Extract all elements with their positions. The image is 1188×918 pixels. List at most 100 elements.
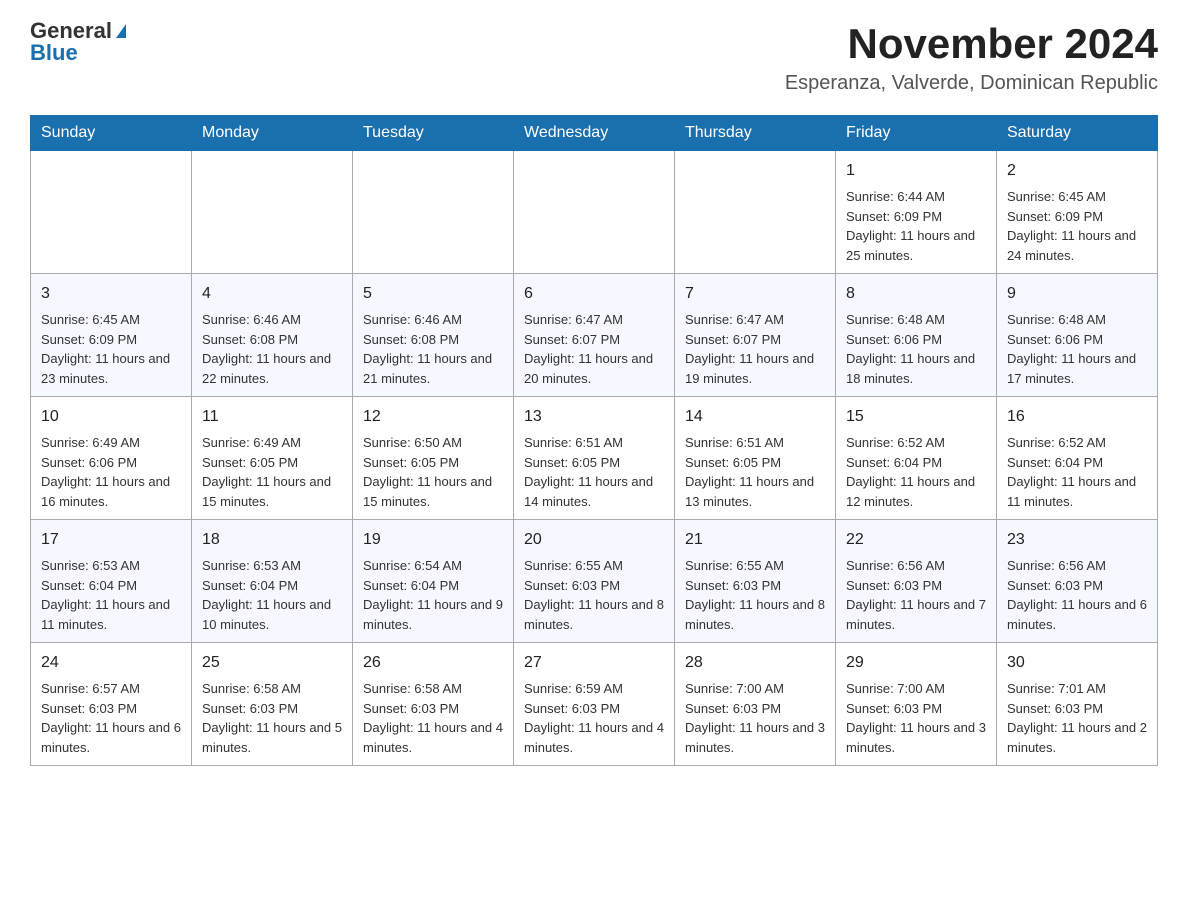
day-info: Sunrise: 6:46 AM Sunset: 6:08 PM Dayligh… bbox=[202, 310, 342, 388]
calendar-cell: 13 Sunrise: 6:51 AM Sunset: 6:05 PM Dayli… bbox=[514, 397, 675, 520]
calendar-table: SundayMondayTuesdayWednesdayThursdayFrid… bbox=[30, 115, 1158, 766]
day-info: Sunrise: 6:55 AM Sunset: 6:03 PM Dayligh… bbox=[524, 556, 664, 634]
day-number: 16 bbox=[1007, 405, 1147, 429]
day-number: 27 bbox=[524, 651, 664, 675]
day-number: 3 bbox=[41, 282, 181, 306]
calendar-cell: 14Sunrise: 6:51 AM Sunset: 6:05 PM Dayli… bbox=[675, 397, 836, 520]
day-info: Sunrise: 7:00 AM Sunset: 6:03 PM Dayligh… bbox=[846, 679, 986, 757]
calendar-cell: 26 Sunrise: 6:58 AM Sunset: 6:03 PM Dayli… bbox=[353, 643, 514, 766]
day-number: 6 bbox=[524, 282, 664, 306]
day-info: Sunrise: 6:47 AM Sunset: 6:07 PM Dayligh… bbox=[524, 310, 664, 388]
calendar-cell: 21Sunrise: 6:55 AM Sunset: 6:03 PM Dayli… bbox=[675, 520, 836, 643]
calendar-week-row: 17 Sunrise: 6:53 AM Sunset: 6:04 PM Dayli… bbox=[31, 520, 1158, 643]
day-number: 24 bbox=[41, 651, 181, 675]
calendar-cell: 10 Sunrise: 6:49 AM Sunset: 6:06 PM Dayli… bbox=[31, 397, 192, 520]
calendar-week-row: 10 Sunrise: 6:49 AM Sunset: 6:06 PM Dayli… bbox=[31, 397, 1158, 520]
day-number: 28 bbox=[685, 651, 825, 675]
calendar-cell: 8Sunrise: 6:48 AM Sunset: 6:06 PM Daylig… bbox=[836, 274, 997, 397]
day-info: Sunrise: 6:56 AM Sunset: 6:03 PM Dayligh… bbox=[1007, 556, 1147, 634]
calendar-week-row: 1 Sunrise: 6:44 AM Sunset: 6:09 PM Daylig… bbox=[31, 151, 1158, 274]
logo-general-text: General bbox=[30, 20, 112, 42]
day-info: Sunrise: 6:51 AM Sunset: 6:05 PM Dayligh… bbox=[524, 433, 664, 511]
month-title: November 2024 bbox=[785, 20, 1158, 68]
logo-triangle-icon bbox=[116, 24, 126, 38]
calendar-cell: 12Sunrise: 6:50 AM Sunset: 6:05 PM Dayli… bbox=[353, 397, 514, 520]
day-info: Sunrise: 6:52 AM Sunset: 6:04 PM Dayligh… bbox=[1007, 433, 1147, 511]
day-info: Sunrise: 6:49 AM Sunset: 6:05 PM Dayligh… bbox=[202, 433, 342, 511]
day-number: 26 bbox=[363, 651, 503, 675]
calendar-cell: 15Sunrise: 6:52 AM Sunset: 6:04 PM Dayli… bbox=[836, 397, 997, 520]
calendar-cell: 22 Sunrise: 6:56 AM Sunset: 6:03 PM Dayli… bbox=[836, 520, 997, 643]
day-info: Sunrise: 6:45 AM Sunset: 6:09 PM Dayligh… bbox=[1007, 187, 1147, 265]
day-info: Sunrise: 6:54 AM Sunset: 6:04 PM Dayligh… bbox=[363, 556, 503, 634]
day-number: 9 bbox=[1007, 282, 1147, 306]
day-number: 5 bbox=[363, 282, 503, 306]
calendar-day-header: Tuesday bbox=[353, 116, 514, 151]
calendar-cell: 29Sunrise: 7:00 AM Sunset: 6:03 PM Dayli… bbox=[836, 643, 997, 766]
day-info: Sunrise: 6:45 AM Sunset: 6:09 PM Dayligh… bbox=[41, 310, 181, 388]
calendar-cell bbox=[353, 151, 514, 274]
logo: General Blue bbox=[30, 20, 126, 64]
day-number: 2 bbox=[1007, 159, 1147, 183]
day-info: Sunrise: 6:57 AM Sunset: 6:03 PM Dayligh… bbox=[41, 679, 181, 757]
day-number: 4 bbox=[202, 282, 342, 306]
day-info: Sunrise: 6:53 AM Sunset: 6:04 PM Dayligh… bbox=[41, 556, 181, 634]
calendar-cell: 5 Sunrise: 6:46 AM Sunset: 6:08 PM Daylig… bbox=[353, 274, 514, 397]
day-number: 11 bbox=[202, 405, 342, 429]
logo-blue-text: Blue bbox=[30, 42, 78, 64]
day-info: Sunrise: 6:44 AM Sunset: 6:09 PM Dayligh… bbox=[846, 187, 986, 265]
calendar-day-header: Saturday bbox=[997, 116, 1158, 151]
calendar-cell bbox=[514, 151, 675, 274]
day-number: 15 bbox=[846, 405, 986, 429]
calendar-cell: 4 Sunrise: 6:46 AM Sunset: 6:08 PM Daylig… bbox=[192, 274, 353, 397]
day-number: 12 bbox=[363, 405, 503, 429]
calendar-cell: 3 Sunrise: 6:45 AM Sunset: 6:09 PM Daylig… bbox=[31, 274, 192, 397]
calendar-day-header: Sunday bbox=[31, 116, 192, 151]
day-number: 21 bbox=[685, 528, 825, 552]
day-number: 19 bbox=[363, 528, 503, 552]
calendar-cell bbox=[675, 151, 836, 274]
calendar-cell: 25Sunrise: 6:58 AM Sunset: 6:03 PM Dayli… bbox=[192, 643, 353, 766]
calendar-cell: 16 Sunrise: 6:52 AM Sunset: 6:04 PM Dayli… bbox=[997, 397, 1158, 520]
day-info: Sunrise: 7:01 AM Sunset: 6:03 PM Dayligh… bbox=[1007, 679, 1147, 757]
calendar-day-header: Wednesday bbox=[514, 116, 675, 151]
calendar-cell: 9 Sunrise: 6:48 AM Sunset: 6:06 PM Daylig… bbox=[997, 274, 1158, 397]
day-info: Sunrise: 6:58 AM Sunset: 6:03 PM Dayligh… bbox=[202, 679, 342, 757]
calendar-cell: 28 Sunrise: 7:00 AM Sunset: 6:03 PM Dayli… bbox=[675, 643, 836, 766]
day-info: Sunrise: 6:48 AM Sunset: 6:06 PM Dayligh… bbox=[1007, 310, 1147, 388]
calendar-cell: 17 Sunrise: 6:53 AM Sunset: 6:04 PM Dayli… bbox=[31, 520, 192, 643]
day-info: Sunrise: 7:00 AM Sunset: 6:03 PM Dayligh… bbox=[685, 679, 825, 757]
day-info: Sunrise: 6:59 AM Sunset: 6:03 PM Dayligh… bbox=[524, 679, 664, 757]
day-number: 30 bbox=[1007, 651, 1147, 675]
calendar-cell: 27 Sunrise: 6:59 AM Sunset: 6:03 PM Dayli… bbox=[514, 643, 675, 766]
calendar-cell bbox=[31, 151, 192, 274]
day-number: 13 bbox=[524, 405, 664, 429]
day-number: 7 bbox=[685, 282, 825, 306]
day-info: Sunrise: 6:49 AM Sunset: 6:06 PM Dayligh… bbox=[41, 433, 181, 511]
day-number: 17 bbox=[41, 528, 181, 552]
calendar-cell: 2 Sunrise: 6:45 AM Sunset: 6:09 PM Daylig… bbox=[997, 151, 1158, 274]
day-info: Sunrise: 6:56 AM Sunset: 6:03 PM Dayligh… bbox=[846, 556, 986, 634]
calendar-day-header: Monday bbox=[192, 116, 353, 151]
calendar-day-header: Friday bbox=[836, 116, 997, 151]
calendar-cell: 6 Sunrise: 6:47 AM Sunset: 6:07 PM Daylig… bbox=[514, 274, 675, 397]
day-number: 1 bbox=[846, 159, 986, 183]
day-number: 10 bbox=[41, 405, 181, 429]
day-number: 14 bbox=[685, 405, 825, 429]
day-info: Sunrise: 6:58 AM Sunset: 6:03 PM Dayligh… bbox=[363, 679, 503, 757]
day-number: 8 bbox=[846, 282, 986, 306]
day-number: 22 bbox=[846, 528, 986, 552]
day-number: 23 bbox=[1007, 528, 1147, 552]
calendar-cell: 18Sunrise: 6:53 AM Sunset: 6:04 PM Dayli… bbox=[192, 520, 353, 643]
day-info: Sunrise: 6:46 AM Sunset: 6:08 PM Dayligh… bbox=[363, 310, 503, 388]
calendar-cell: 19 Sunrise: 6:54 AM Sunset: 6:04 PM Dayli… bbox=[353, 520, 514, 643]
calendar-cell: 11 Sunrise: 6:49 AM Sunset: 6:05 PM Dayli… bbox=[192, 397, 353, 520]
day-info: Sunrise: 6:53 AM Sunset: 6:04 PM Dayligh… bbox=[202, 556, 342, 634]
title-block: November 2024 Esperanza, Valverde, Domin… bbox=[785, 20, 1158, 95]
calendar-week-row: 24 Sunrise: 6:57 AM Sunset: 6:03 PM Dayli… bbox=[31, 643, 1158, 766]
calendar-day-header: Thursday bbox=[675, 116, 836, 151]
page-header: General Blue November 2024 Esperanza, Va… bbox=[30, 20, 1158, 95]
day-number: 20 bbox=[524, 528, 664, 552]
location-subtitle: Esperanza, Valverde, Dominican Republic bbox=[785, 72, 1158, 95]
calendar-cell bbox=[192, 151, 353, 274]
